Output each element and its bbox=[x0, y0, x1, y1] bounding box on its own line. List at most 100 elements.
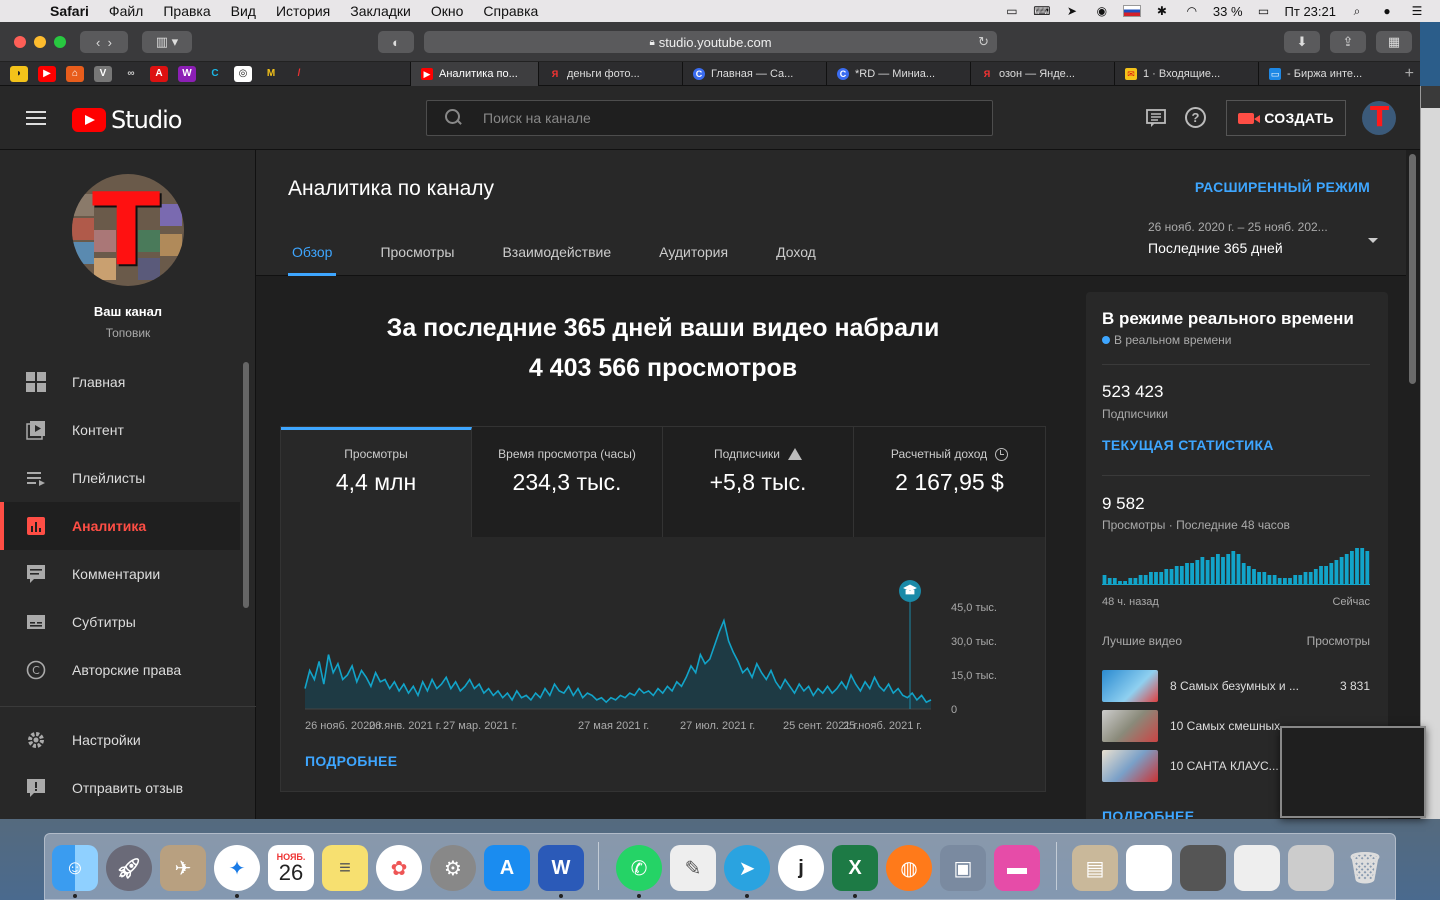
sidebar-scrollbar[interactable] bbox=[243, 362, 249, 608]
siri-icon[interactable]: ● bbox=[1378, 4, 1396, 18]
favorite-m-icon[interactable]: M bbox=[262, 65, 280, 82]
menu-window[interactable]: Окно bbox=[421, 3, 474, 19]
word-icon[interactable]: W bbox=[538, 845, 584, 891]
menu-history[interactable]: История bbox=[266, 3, 340, 19]
tab-exchange[interactable]: ▭ - Биржа инте... bbox=[1258, 62, 1394, 86]
advanced-mode-link[interactable]: РАСШИРЕННЫЙ РЕЖИМ bbox=[1195, 179, 1370, 195]
launchpad-icon[interactable]: 🚀︎ bbox=[106, 845, 152, 891]
recent-document-icon[interactable] bbox=[1180, 845, 1226, 891]
tab-ozon-yandex[interactable]: Я озон — Янде... bbox=[970, 62, 1114, 86]
tab-main-site[interactable]: C Главная — Са... bbox=[682, 62, 826, 86]
favorite-bike-icon[interactable]: ∞ bbox=[122, 65, 140, 82]
date-range-picker[interactable]: 26 нояб. 2020 г. – 25 нояб. 202... После… bbox=[1148, 220, 1378, 256]
cleanmymac-icon[interactable]: ▬ bbox=[994, 845, 1040, 891]
sidebar-item-dashboard[interactable]: Главная bbox=[0, 358, 240, 406]
j-app-icon[interactable]: j bbox=[778, 845, 824, 891]
accessibility-icon[interactable]: ◉ bbox=[1093, 4, 1111, 18]
messages-icon[interactable] bbox=[1144, 106, 1168, 130]
sidebar-item-settings[interactable]: Настройки bbox=[0, 716, 240, 764]
preview-icon[interactable]: ✈ bbox=[160, 845, 206, 891]
firefox-icon[interactable]: ◍ bbox=[886, 845, 932, 891]
battery-percent[interactable]: 33 % bbox=[1213, 4, 1243, 19]
menu-bookmarks[interactable]: Закладки bbox=[340, 3, 421, 19]
input-language-flag-icon[interactable] bbox=[1122, 5, 1141, 17]
telegram-icon[interactable]: ➤ bbox=[724, 845, 770, 891]
tab-rd-miniature[interactable]: C *RD — Миниа... bbox=[826, 62, 970, 86]
favorite-c-icon[interactable]: C bbox=[206, 65, 224, 82]
keyboard-icon[interactable]: ⌨ bbox=[1033, 4, 1051, 18]
finder-icon[interactable]: ☺ bbox=[52, 845, 98, 891]
excel-icon[interactable]: X bbox=[832, 845, 878, 891]
app-store-icon[interactable]: A bbox=[484, 845, 530, 891]
current-stats-link[interactable]: ТЕКУЩАЯ СТАТИСТИКА bbox=[1102, 437, 1274, 453]
sidebar-item-copyright[interactable]: C Авторские права bbox=[0, 646, 240, 694]
window-minimize-button[interactable] bbox=[34, 35, 46, 48]
metric-views[interactable]: Просмотры 4,4 млн bbox=[281, 427, 472, 537]
back-forward-buttons[interactable]: ‹ › bbox=[80, 31, 128, 53]
tab-engagement[interactable]: Взаимодействие bbox=[498, 236, 615, 276]
menu-app-name[interactable]: Safari bbox=[40, 3, 99, 19]
new-tab-button[interactable]: + bbox=[1405, 65, 1414, 83]
menu-edit[interactable]: Правка bbox=[153, 3, 220, 19]
image-capture-icon[interactable]: ▣ bbox=[940, 845, 986, 891]
page-scrollbar[interactable] bbox=[1406, 150, 1420, 819]
metric-subscribers[interactable]: Подписчики +5,8 тыс. bbox=[663, 427, 854, 537]
tab-revenue[interactable]: Доход bbox=[772, 236, 820, 276]
favorite-eye-icon[interactable]: ◎ bbox=[234, 65, 252, 82]
favorite-w-icon[interactable]: W bbox=[178, 65, 196, 82]
recent-document-icon[interactable] bbox=[1126, 845, 1172, 891]
search-input[interactable] bbox=[483, 110, 963, 126]
tab-money-photo[interactable]: Я деньги фото... bbox=[538, 62, 682, 86]
menu-view[interactable]: Вид bbox=[221, 3, 266, 19]
display-icon[interactable]: ▭ bbox=[1003, 4, 1021, 18]
system-preferences-icon[interactable]: ⚙ bbox=[430, 845, 476, 891]
channel-search[interactable] bbox=[426, 100, 993, 136]
notification-center-icon[interactable]: ☰ bbox=[1408, 4, 1426, 18]
studio-logo[interactable]: Studio bbox=[72, 106, 182, 134]
menu-help[interactable]: Справка bbox=[473, 3, 548, 19]
calendar-icon[interactable]: НОЯБ. 26 bbox=[268, 845, 314, 891]
address-bar[interactable]: 🔒︎ studio.youtube.com ↻ bbox=[424, 31, 997, 53]
menu-file[interactable]: Файл bbox=[99, 3, 153, 19]
recent-document-icon[interactable] bbox=[1288, 845, 1334, 891]
metric-watch-time[interactable]: Время просмотра (часы) 234,3 тыс. bbox=[472, 427, 663, 537]
sidebar-item-subtitles[interactable]: Субтитры bbox=[0, 598, 240, 646]
sidebar-item-comments[interactable]: Комментарии bbox=[0, 550, 240, 598]
favorite-a-icon[interactable]: A bbox=[150, 65, 168, 82]
clock-icon[interactable] bbox=[995, 447, 1009, 461]
favorite-bee-icon[interactable]: ◗ bbox=[10, 65, 28, 82]
battery-icon[interactable]: ▭ bbox=[1255, 4, 1273, 18]
tab-overview[interactable]: Обзор bbox=[288, 236, 337, 276]
recent-document-icon[interactable]: ▤ bbox=[1072, 845, 1118, 891]
channel-avatar[interactable]: T bbox=[72, 174, 184, 286]
channel-name[interactable]: Ваш канал bbox=[0, 304, 256, 319]
views-chart[interactable]: 015,0 тыс.30,0 тыс.45,0 тыс.26 нояб. 202… bbox=[281, 577, 1045, 747]
create-button[interactable]: СОЗДАТЬ bbox=[1226, 100, 1346, 136]
tab-overview-icon[interactable]: ▦ bbox=[1376, 31, 1412, 53]
window-zoom-button[interactable] bbox=[54, 35, 66, 48]
privacy-shield-icon[interactable]: ◐ bbox=[378, 31, 414, 53]
help-icon[interactable]: ? bbox=[1185, 107, 1206, 128]
favorite-slash-icon[interactable]: / bbox=[290, 65, 308, 82]
screenshot-preview-thumbnail[interactable] bbox=[1280, 726, 1426, 818]
telegram-menubar-icon[interactable]: ➤ bbox=[1063, 4, 1081, 18]
recent-spreadsheet-icon[interactable] bbox=[1234, 845, 1280, 891]
menu-hamburger-icon[interactable] bbox=[26, 111, 46, 125]
spotlight-search-icon[interactable]: ⌕ bbox=[1348, 4, 1366, 18]
tab-views[interactable]: Просмотры bbox=[376, 236, 458, 276]
warning-icon[interactable] bbox=[788, 448, 802, 460]
whatsapp-icon[interactable]: ✆ bbox=[616, 845, 662, 891]
realtime-bars-chart[interactable] bbox=[1102, 544, 1370, 588]
photos-icon[interactable]: ✿ bbox=[376, 845, 422, 891]
background-window-edge[interactable] bbox=[1420, 86, 1440, 819]
favorite-youtube-icon[interactable]: ▶ bbox=[38, 65, 56, 82]
safari-icon[interactable]: ✦ bbox=[214, 845, 260, 891]
tab-audience[interactable]: Аудитория bbox=[655, 236, 732, 276]
tab-inbox[interactable]: ✉ 1 · Входящие... bbox=[1114, 62, 1258, 86]
notes-icon[interactable]: ≡ bbox=[322, 845, 368, 891]
downloads-icon[interactable]: ⬇ bbox=[1284, 31, 1320, 53]
more-details-link[interactable]: ПОДРОБНЕЕ bbox=[305, 753, 397, 769]
share-icon[interactable]: ⇪ bbox=[1330, 31, 1366, 53]
top-video-row[interactable]: 8 Самых безумных и ... 3 831 bbox=[1102, 670, 1370, 702]
sidebar-item-playlists[interactable]: Плейлисты bbox=[0, 454, 240, 502]
